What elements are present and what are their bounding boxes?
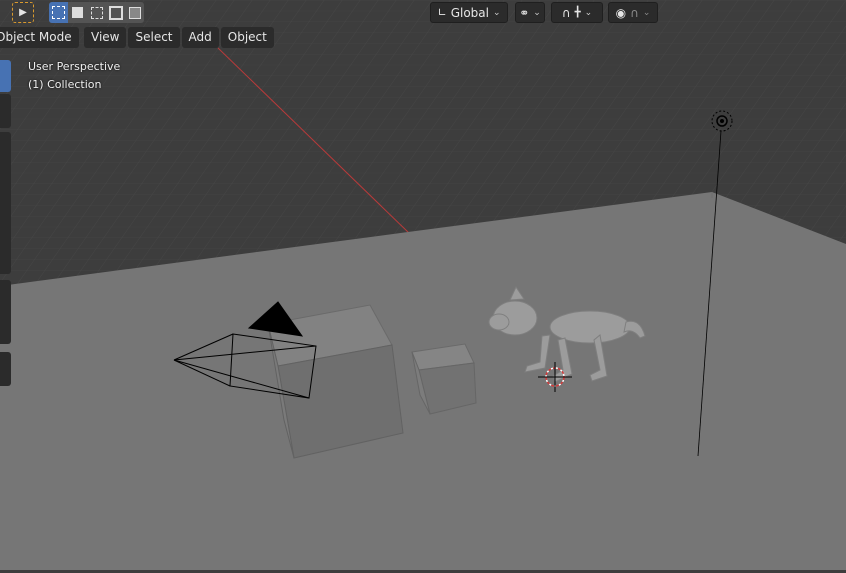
chevron-down-icon: ⌄ (642, 7, 651, 18)
tool-shelf (0, 56, 11, 390)
perspective-label: User Perspective (28, 60, 121, 73)
select-box-icon: ▶ (19, 7, 27, 18)
select-menu[interactable]: Select (128, 27, 180, 48)
scene (0, 0, 846, 570)
select-mode-subtract-icon (90, 6, 103, 19)
falloff-icon: ∩ (630, 5, 639, 20)
select-mode-intersect-button[interactable] (125, 2, 144, 23)
chevron-down-icon: ⌄ (533, 7, 541, 18)
tool-annotate-group[interactable] (0, 280, 11, 344)
chevron-down-icon: ⌄ (584, 7, 593, 18)
select-mode-group (49, 2, 144, 23)
tool-select-button[interactable] (0, 60, 11, 92)
object-menu[interactable]: Object (220, 27, 274, 48)
viewport-header: ▶ ∟ Global ⌄ ⚭ ⌄ ∩ ╋ ⌄ ◉ ∩ ⌄ (0, 0, 846, 26)
proportional-editing-icon: ◉ (615, 5, 627, 20)
snap-dropdown[interactable]: ∩ ╋ ⌄ (551, 2, 603, 23)
tool-cursor-button[interactable] (0, 94, 11, 128)
3d-viewport[interactable] (0, 0, 846, 570)
pivot-point-icon: ⚭ (519, 5, 530, 20)
snap-icon: ∩ (561, 5, 571, 20)
proportional-editing-dropdown[interactable]: ◉ ∩ ⌄ (608, 2, 658, 23)
select-mode-invert-button[interactable] (106, 2, 125, 23)
select-mode-new-icon (52, 6, 65, 19)
select-mode-new-button[interactable] (49, 2, 68, 23)
object-mode-dropdown[interactable]: Object Mode ⌄ (0, 27, 79, 48)
snap-increment-icon: ╋ (574, 7, 581, 18)
transform-orientation-icon: ∟ (437, 6, 447, 19)
view-menu[interactable]: View (84, 27, 127, 48)
select-mode-subtract-button[interactable] (87, 2, 106, 23)
collection-label: (1) Collection (28, 78, 102, 91)
select-mode-intersect-icon (128, 6, 141, 19)
add-menu[interactable]: Add (181, 27, 219, 48)
select-mode-extend-icon (72, 7, 83, 18)
pivot-point-dropdown[interactable]: ⚭ ⌄ (515, 2, 545, 23)
viewport-menu: View Select Add Object (84, 27, 274, 48)
select-mode-invert-icon (108, 5, 123, 20)
tool-add-cube-button[interactable] (0, 352, 11, 386)
select-box-tool-button[interactable]: ▶ (12, 2, 34, 23)
transform-orientation-dropdown[interactable]: ∟ Global ⌄ (430, 2, 508, 23)
transform-orientation-label: Global (450, 5, 489, 20)
tool-transform-group[interactable] (0, 132, 11, 274)
chevron-down-icon: ⌄ (492, 7, 501, 18)
select-mode-extend-button[interactable] (68, 2, 87, 23)
object-mode-label: Object Mode (0, 30, 72, 44)
